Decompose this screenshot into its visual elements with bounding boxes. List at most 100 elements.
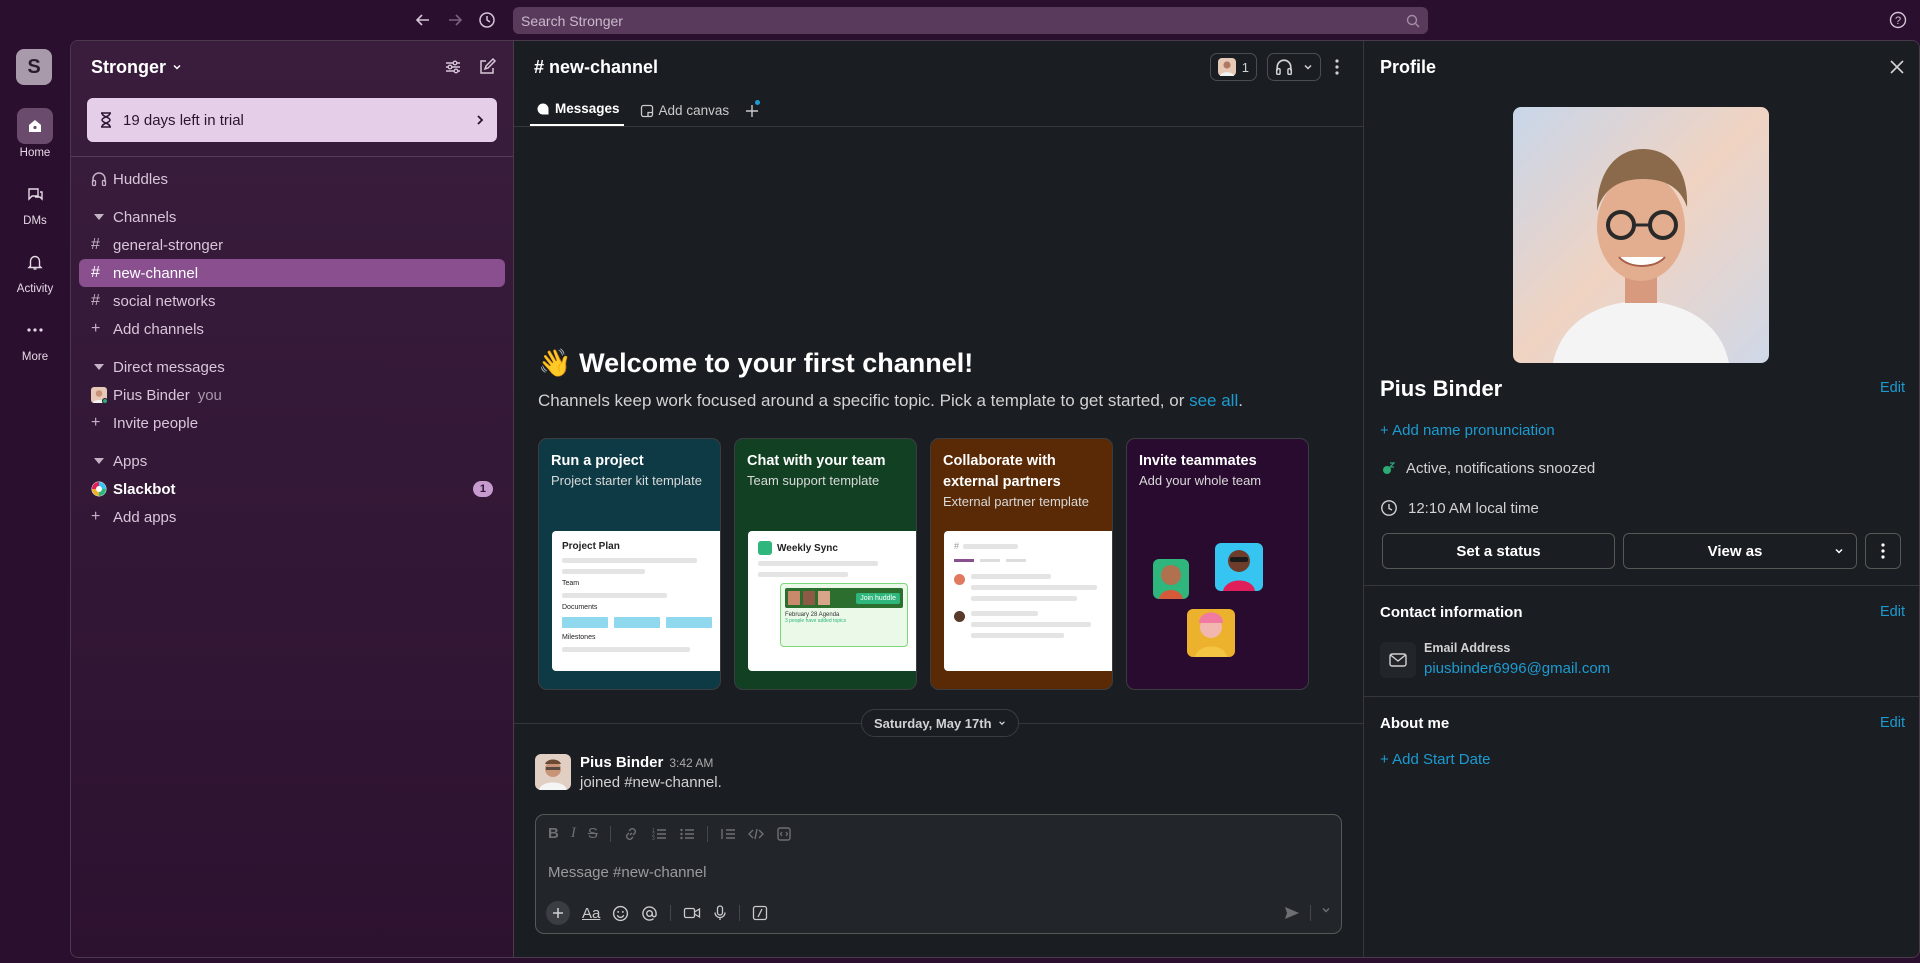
mention-icon[interactable] [641, 905, 658, 922]
sidebar-item-social-networks[interactable]: # social networks [79, 287, 505, 315]
rail-item-more[interactable]: More [0, 312, 70, 363]
see-all-link[interactable]: see all [1189, 391, 1238, 410]
rail-item-home[interactable]: Home [0, 108, 70, 159]
card-title: Run a project [551, 453, 644, 469]
slash-command-icon[interactable] [752, 905, 768, 921]
huddle-button[interactable] [1267, 53, 1321, 81]
composer-placeholder[interactable]: Message #new-channel [536, 852, 1341, 881]
headphones-icon [91, 171, 113, 187]
tab-add-canvas[interactable]: Add canvas [640, 103, 729, 126]
template-card-run-project[interactable]: Run a project Project starter kit templa… [538, 438, 721, 690]
profile-divider [1364, 696, 1919, 697]
code-block-icon[interactable] [776, 826, 792, 842]
section-label: Apps [113, 452, 148, 470]
bold-icon[interactable]: B [548, 825, 559, 842]
dms-section-toggle[interactable]: Direct messages [79, 353, 505, 381]
date-divider-button[interactable]: Saturday, May 17th [861, 709, 1019, 737]
microphone-icon[interactable] [713, 905, 727, 921]
preview-label: Team [562, 580, 580, 587]
sidebar-item-slackbot[interactable]: Slackbot 1 [79, 475, 505, 503]
add-pronunciation-link[interactable]: + Add name pronunciation [1380, 422, 1555, 439]
link-icon[interactable] [623, 826, 639, 842]
help-icon[interactable]: ? [1886, 8, 1910, 32]
template-card-external-partners[interactable]: Collaborate with external partners Exter… [930, 438, 1113, 690]
channel-title[interactable]: # new-channel [534, 57, 658, 78]
sidebar-item-huddles[interactable]: Huddles [79, 165, 505, 193]
dms-icon [17, 176, 53, 212]
card-title: Collaborate with external partners [943, 453, 1061, 490]
home-icon [17, 108, 53, 144]
video-icon[interactable] [683, 905, 701, 921]
code-icon[interactable] [747, 826, 764, 842]
email-link[interactable]: piusbinder6996@gmail.com [1424, 660, 1610, 677]
add-start-date-link[interactable]: + Add Start Date [1380, 751, 1491, 768]
format-toolbar: B I S 123 [536, 815, 1341, 852]
member-count: 1 [1241, 59, 1249, 75]
strikethrough-icon[interactable]: S [588, 825, 598, 842]
profile-photo[interactable] [1513, 107, 1769, 363]
workspace-switcher[interactable]: S [16, 49, 52, 85]
history-clock-icon[interactable] [475, 8, 499, 32]
welcome-text: Channels keep work focused around a spec… [538, 391, 1338, 411]
tab-label: Messages [555, 101, 620, 116]
add-tab-button[interactable] [745, 100, 761, 126]
avatar[interactable] [535, 754, 571, 790]
message-author[interactable]: Pius Binder [580, 754, 663, 771]
message-composer[interactable]: B I S 123 Message #new-channel Aa [535, 814, 1342, 934]
view-as-label: View as [1707, 542, 1763, 560]
composer-actions: Aa [546, 901, 1331, 925]
slackbot-icon [91, 481, 113, 497]
apps-section-toggle[interactable]: Apps [79, 447, 505, 475]
invite-label: Invite people [113, 414, 199, 432]
period: . [1238, 391, 1243, 410]
text-format-button[interactable]: Aa [582, 905, 600, 922]
rail-item-activity[interactable]: Activity [0, 244, 70, 295]
sidebar-item-general-stronger[interactable]: # general-stronger [79, 231, 505, 259]
blockquote-icon[interactable] [720, 826, 736, 842]
add-apps-button[interactable]: + Add apps [79, 503, 505, 531]
sidebar-item-dm-pius-binder[interactable]: Pius Binder you [79, 381, 505, 409]
tab-messages[interactable]: Messages [530, 101, 624, 126]
edit-name-link[interactable]: Edit [1880, 380, 1905, 396]
send-icon[interactable] [1284, 905, 1300, 921]
template-card-chat-team[interactable]: Chat with your team Team support templat… [734, 438, 917, 690]
emoji-icon[interactable] [612, 905, 629, 922]
profile-more-icon[interactable] [1865, 533, 1901, 569]
sidebar-item-new-channel[interactable]: # new-channel [79, 259, 505, 287]
member-count-button[interactable]: 1 [1209, 53, 1257, 81]
message-text: joined #new-channel. [580, 774, 722, 791]
kebab-menu-icon[interactable] [1331, 59, 1343, 75]
workspace-menu-button[interactable]: Stronger [91, 57, 182, 78]
message-time[interactable]: 3:42 AM [669, 756, 713, 770]
compose-icon[interactable] [477, 57, 497, 77]
chevron-down-icon [1834, 546, 1844, 556]
close-icon[interactable] [1889, 59, 1905, 75]
plus-icon: + [91, 508, 101, 525]
template-card-invite-teammates[interactable]: Invite teammates Add your whole team [1126, 438, 1309, 690]
email-icon [1380, 642, 1416, 678]
rail-item-dms[interactable]: DMs [0, 176, 70, 227]
back-arrow-icon[interactable] [411, 8, 435, 32]
trial-banner[interactable]: 19 days left in trial [87, 98, 497, 142]
numbered-list-icon[interactable]: 123 [651, 826, 667, 842]
italic-icon[interactable]: I [571, 825, 576, 842]
headphones-icon [1275, 58, 1293, 76]
forward-arrow-icon[interactable] [443, 8, 467, 32]
member-avatar [1217, 58, 1236, 76]
bulleted-list-icon[interactable] [679, 826, 695, 842]
set-status-button[interactable]: Set a status [1382, 533, 1615, 569]
filter-icon[interactable] [443, 57, 463, 77]
edit-contact-link[interactable]: Edit [1880, 604, 1905, 620]
attach-plus-icon[interactable] [546, 901, 570, 925]
search-input[interactable]: Search Stronger [513, 7, 1428, 34]
edit-about-link[interactable]: Edit [1880, 715, 1905, 731]
card-subtitle: Project starter kit template [551, 473, 702, 488]
sidebar-list: Huddles Channels # general-stronger # ne… [71, 157, 513, 539]
chevron-down-icon[interactable] [1321, 905, 1331, 921]
view-as-button[interactable]: View as [1623, 533, 1857, 569]
channels-section-toggle[interactable]: Channels [79, 203, 505, 231]
add-channels-button[interactable]: + Add channels [79, 315, 505, 343]
preview-title: Project Plan [562, 541, 620, 552]
huddle-preview: Join huddle February 28 Agenda 3 people … [780, 583, 908, 647]
invite-people-button[interactable]: + Invite people [79, 409, 505, 437]
